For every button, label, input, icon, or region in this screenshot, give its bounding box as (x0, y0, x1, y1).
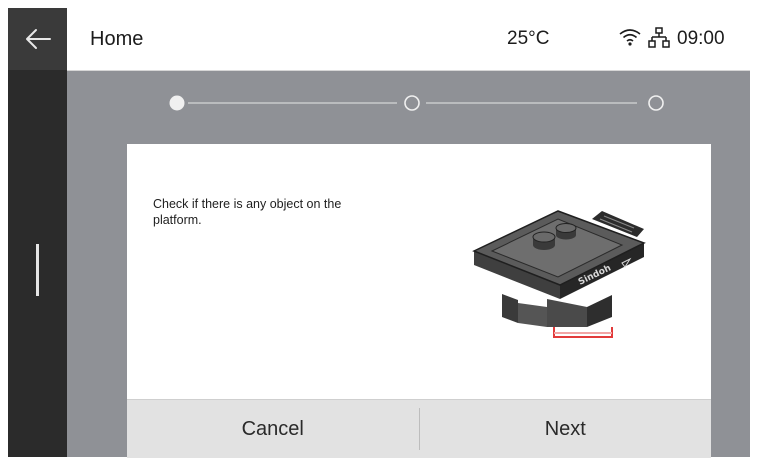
step-3-dot (648, 95, 664, 111)
back-arrow-icon (25, 29, 51, 49)
temperature-readout: 25°C (507, 28, 550, 49)
next-button[interactable]: Next (420, 400, 712, 458)
sidebar (8, 8, 67, 457)
page-title: Home (90, 28, 144, 50)
build-platform-illustration: Sindoh (472, 210, 646, 338)
step-2-dot (404, 95, 420, 111)
step-1-dot (169, 95, 185, 111)
check-platform-dialog: Check if there is any object on the plat… (127, 144, 711, 458)
top-bar: Home 25°C 09:00 (67, 8, 750, 71)
wifi-icon (619, 29, 641, 46)
cancel-button[interactable]: Cancel (127, 400, 419, 458)
back-button[interactable] (8, 8, 67, 70)
main-area: Check if there is any object on the plat… (67, 71, 750, 458)
ethernet-icon (648, 27, 670, 48)
clock: 09:00 (677, 28, 725, 49)
step-progress (169, 95, 664, 111)
dialog-footer: Cancel Next (127, 399, 711, 458)
dialog-message: Check if there is any object on the plat… (153, 197, 342, 227)
page-indicator (36, 244, 39, 296)
printer-screen: Home 25°C 09:00 Check if there is any ob… (0, 0, 758, 458)
